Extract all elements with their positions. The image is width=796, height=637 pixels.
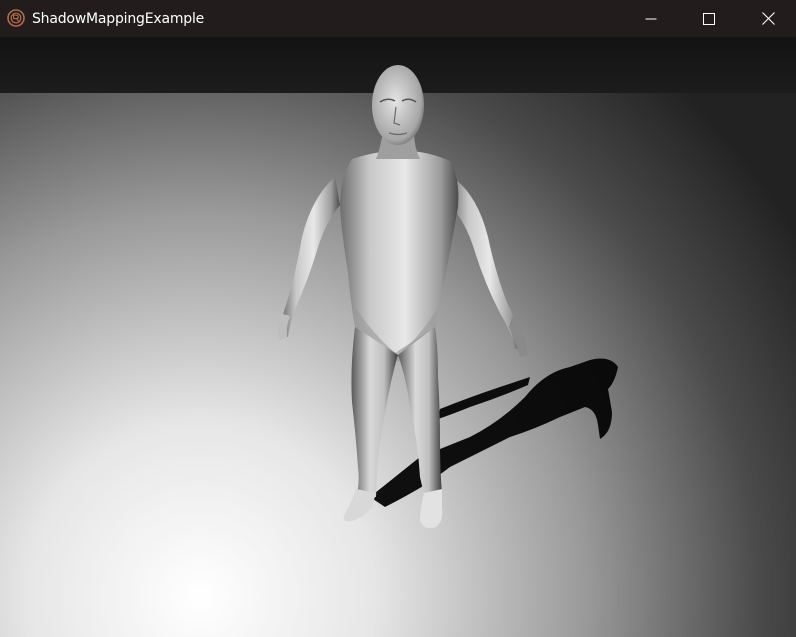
title-bar[interactable]: ShadowMappingExample <box>0 0 796 37</box>
maximize-icon <box>703 12 715 25</box>
close-icon <box>761 12 775 25</box>
render-viewport[interactable] <box>0 37 796 637</box>
maximize-button[interactable] <box>680 0 738 37</box>
head <box>372 65 424 145</box>
minimize-icon <box>645 13 657 25</box>
scene-canvas <box>0 37 796 637</box>
minimize-button[interactable] <box>622 0 680 37</box>
close-button[interactable] <box>739 0 796 37</box>
raylib-logo-icon <box>7 9 25 27</box>
app-window: ShadowMappingExample <box>0 0 796 637</box>
window-title: ShadowMappingExample <box>32 11 205 27</box>
